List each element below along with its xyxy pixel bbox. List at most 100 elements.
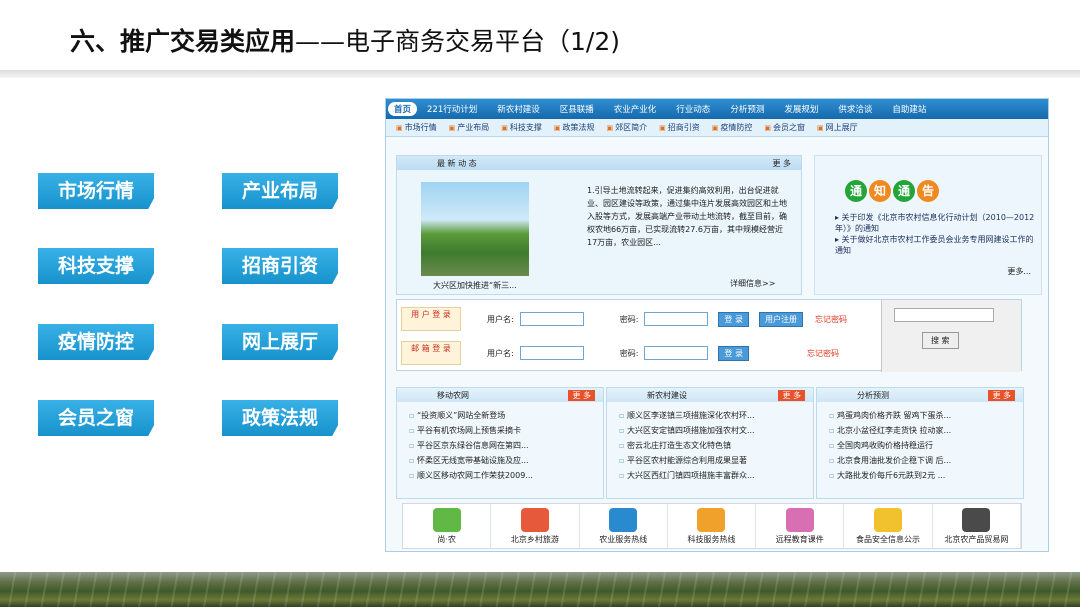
website-screenshot: 首页 221行动计划 新农村建设 区县联播 农业产业化 行业动态 分析预测 发展… [385,98,1049,552]
list-item[interactable]: 全国肉鸡收购价格持稳运行 [829,438,1023,453]
nav-item[interactable]: 区县联播 [550,103,604,115]
hotline-logo-icon [697,508,726,532]
mail-username-label: 用户名: [487,348,514,358]
title-divider [0,70,1080,78]
list-item[interactable]: 北京食用油批发价企稳下调 后... [829,453,1023,468]
list-item[interactable]: 怀柔区无线宽带基础设施及应... [409,453,603,468]
link-label: 远程教育课件 [775,535,824,544]
education-icon [785,508,814,532]
notice-char: 告 [917,180,939,202]
news-text: 1.引导土地流转起来，促进集约高效利用，出台促进就业、园区建设等政策，通过集中连… [587,186,787,247]
pill-industry[interactable]: 产业布局 [222,173,338,209]
link-trade-net[interactable]: 北京农产品贸易网 [933,504,1021,548]
news-detail-link[interactable]: 详细信息>> [730,278,775,289]
mail-forgot-link[interactable]: 忘记密码 [807,348,839,359]
link-tech-hotline[interactable]: 科技服务热线 [668,504,757,548]
register-button[interactable]: 用户注册 [758,311,803,327]
list-item[interactable]: 大兴区安定镇四项措施加强农村文... [619,423,813,438]
news-photo[interactable] [421,182,529,276]
subnav-item[interactable]: 产业布局 [449,122,502,133]
column-title: 新农村建设 [647,390,687,400]
link-remote-education[interactable]: 远程教育课件 [756,504,845,548]
search-button[interactable]: 搜 索 [922,332,959,349]
username-input[interactable] [519,312,584,326]
column-list: “投资顺义”网站全新登场 平谷有机农场网上预售采摘卡 平谷区京东绿谷信息网在第四… [397,402,603,483]
list-item[interactable]: 大兴区西红门镇四项措施丰富群众... [619,468,813,483]
mail-username-input[interactable] [519,346,584,360]
nav-item[interactable]: 分析预测 [720,103,774,115]
password-input[interactable] [644,312,709,326]
subnav-item[interactable]: 郊区简介 [607,122,660,133]
news-caption[interactable]: 大兴区加快推进“新三... [433,280,517,291]
column-more-link[interactable]: 更 多 [988,389,1015,401]
link-label: 食品安全信息公示 [856,535,921,544]
subnav-item[interactable]: 市场行情 [396,122,449,133]
column-list: 鸡蛋鸡肉价格齐跌 留鸡下蛋杀... 北京小盆径红李走货快 拉动家... 全国肉鸡… [817,402,1023,483]
list-item[interactable]: 平谷区农村能源综合利用成果显著 [619,453,813,468]
notice-badge: 通 知 通 告 [845,180,939,202]
link-label: 尚·农 [437,535,456,544]
subnav-item[interactable]: 科技支撑 [501,122,554,133]
nav-item[interactable]: 供求洽谈 [828,103,882,115]
nav-item[interactable]: 新农村建设 [487,103,550,115]
subnav-item[interactable]: 政策法规 [554,122,607,133]
pill-tech[interactable]: 科技支撑 [38,248,154,284]
notice-item[interactable]: ▸ 关于做好北京市农村工作委员会业务专用网建设工作的通知 [835,234,1035,256]
quick-links: 尚·农 北京乡村旅游 农业服务热线 科技服务热线 远程教育课件 食品安全信息公示… [402,503,1022,549]
link-label: 科技服务热线 [687,535,736,544]
pill-investment[interactable]: 招商引资 [222,248,338,284]
nav-home[interactable]: 首页 [388,102,418,116]
slide-title: 六、推广交易类应用——电子商务交易平台（1/2) [70,22,620,58]
link-food-safety[interactable]: 食品安全信息公示 [844,504,933,548]
latest-news-panel: 最 新 动 态 更 多 大兴区加快推进“新三... 1.引导土地流转起来，促进集… [396,155,802,295]
login-button[interactable]: 登 录 [718,311,749,327]
slide-title-bold: 六、推广交易类应用 [70,27,296,56]
nav-item[interactable]: 自助建站 [882,103,936,115]
column-more-link[interactable]: 更 多 [568,389,595,401]
list-item[interactable]: 大路批发价每斤6元跌到2元 ... [829,468,1023,483]
nav-item[interactable]: 行业动态 [666,103,720,115]
column-analysis: 分析预测 更 多 鸡蛋鸡肉价格齐跌 留鸡下蛋杀... 北京小盆径红李走货快 拉动… [816,387,1024,499]
pill-epidemic[interactable]: 疫情防控 [38,324,154,360]
nav-item[interactable]: 农业产业化 [604,103,667,115]
notice-char: 通 [845,180,867,202]
slide-title-rest: ——电子商务交易平台（1/2) [295,27,621,56]
link-agri-hotline[interactable]: 农业服务热线 [580,504,668,548]
user-login-row: 用 户 登 录 用户名: 密码: 登 录 用户注册 忘记密码 [397,304,847,334]
pill-policy[interactable]: 政策法规 [222,400,338,436]
nav-item[interactable]: 221行动计划 [417,103,487,115]
nav-item[interactable]: 发展规划 [774,103,828,115]
mail-password-input[interactable] [644,346,709,360]
list-item[interactable]: 顺义区移动农网工作荣获2009... [409,468,603,483]
user-login-tag: 用 户 登 录 [401,307,461,331]
list-item[interactable]: 北京小盆径红李走货快 拉动家... [829,423,1023,438]
list-item[interactable]: “投资顺义”网站全新登场 [409,408,603,423]
login-panel: 用 户 登 录 用户名: 密码: 登 录 用户注册 忘记密码 邮 箱 登 录 用… [396,299,1022,372]
farmland-banner [0,572,1080,607]
column-header: 新农村建设 更 多 [607,388,813,402]
link-shangnong[interactable]: 尚·农 [403,504,492,548]
pill-showroom[interactable]: 网上展厅 [222,324,338,360]
list-item[interactable]: 鸡蛋鸡肉价格齐跌 留鸡下蛋杀... [829,408,1023,423]
notice-panel: 通 知 通 告 ▸ 关于印发《北京市农村信息化行动计划（2010—2012年）》… [814,155,1042,295]
notice-item[interactable]: ▸ 关于印发《北京市农村信息化行动计划（2010—2012年）》的通知 [835,212,1035,234]
list-item[interactable]: 密云北庄打造生态文化特色镇 [619,438,813,453]
notice-char: 知 [869,180,891,202]
pill-market[interactable]: 市场行情 [38,173,154,209]
trade-net-icon [962,508,991,532]
forgot-password-link[interactable]: 忘记密码 [815,314,847,325]
mail-login-button[interactable]: 登 录 [718,345,749,361]
notice-more-link[interactable]: 更多... [1007,266,1031,277]
subnav-item[interactable]: 网上展厅 [817,122,870,133]
list-item[interactable]: 平谷有机农场网上预售采摘卡 [409,423,603,438]
list-item[interactable]: 顺义区李遂镇三项措施深化农村环... [619,408,813,423]
news-more-link[interactable]: 更 多 [772,158,791,169]
subnav-item[interactable]: 疫情防控 [712,122,765,133]
search-input[interactable] [894,308,994,322]
link-rural-tourism[interactable]: 北京乡村旅游 [491,504,580,548]
subnav-item[interactable]: 招商引资 [659,122,712,133]
column-more-link[interactable]: 更 多 [778,389,805,401]
list-item[interactable]: 平谷区京东绿谷信息网在第四... [409,438,603,453]
subnav-item[interactable]: 会员之窗 [764,122,817,133]
pill-members[interactable]: 会员之窗 [38,400,154,436]
